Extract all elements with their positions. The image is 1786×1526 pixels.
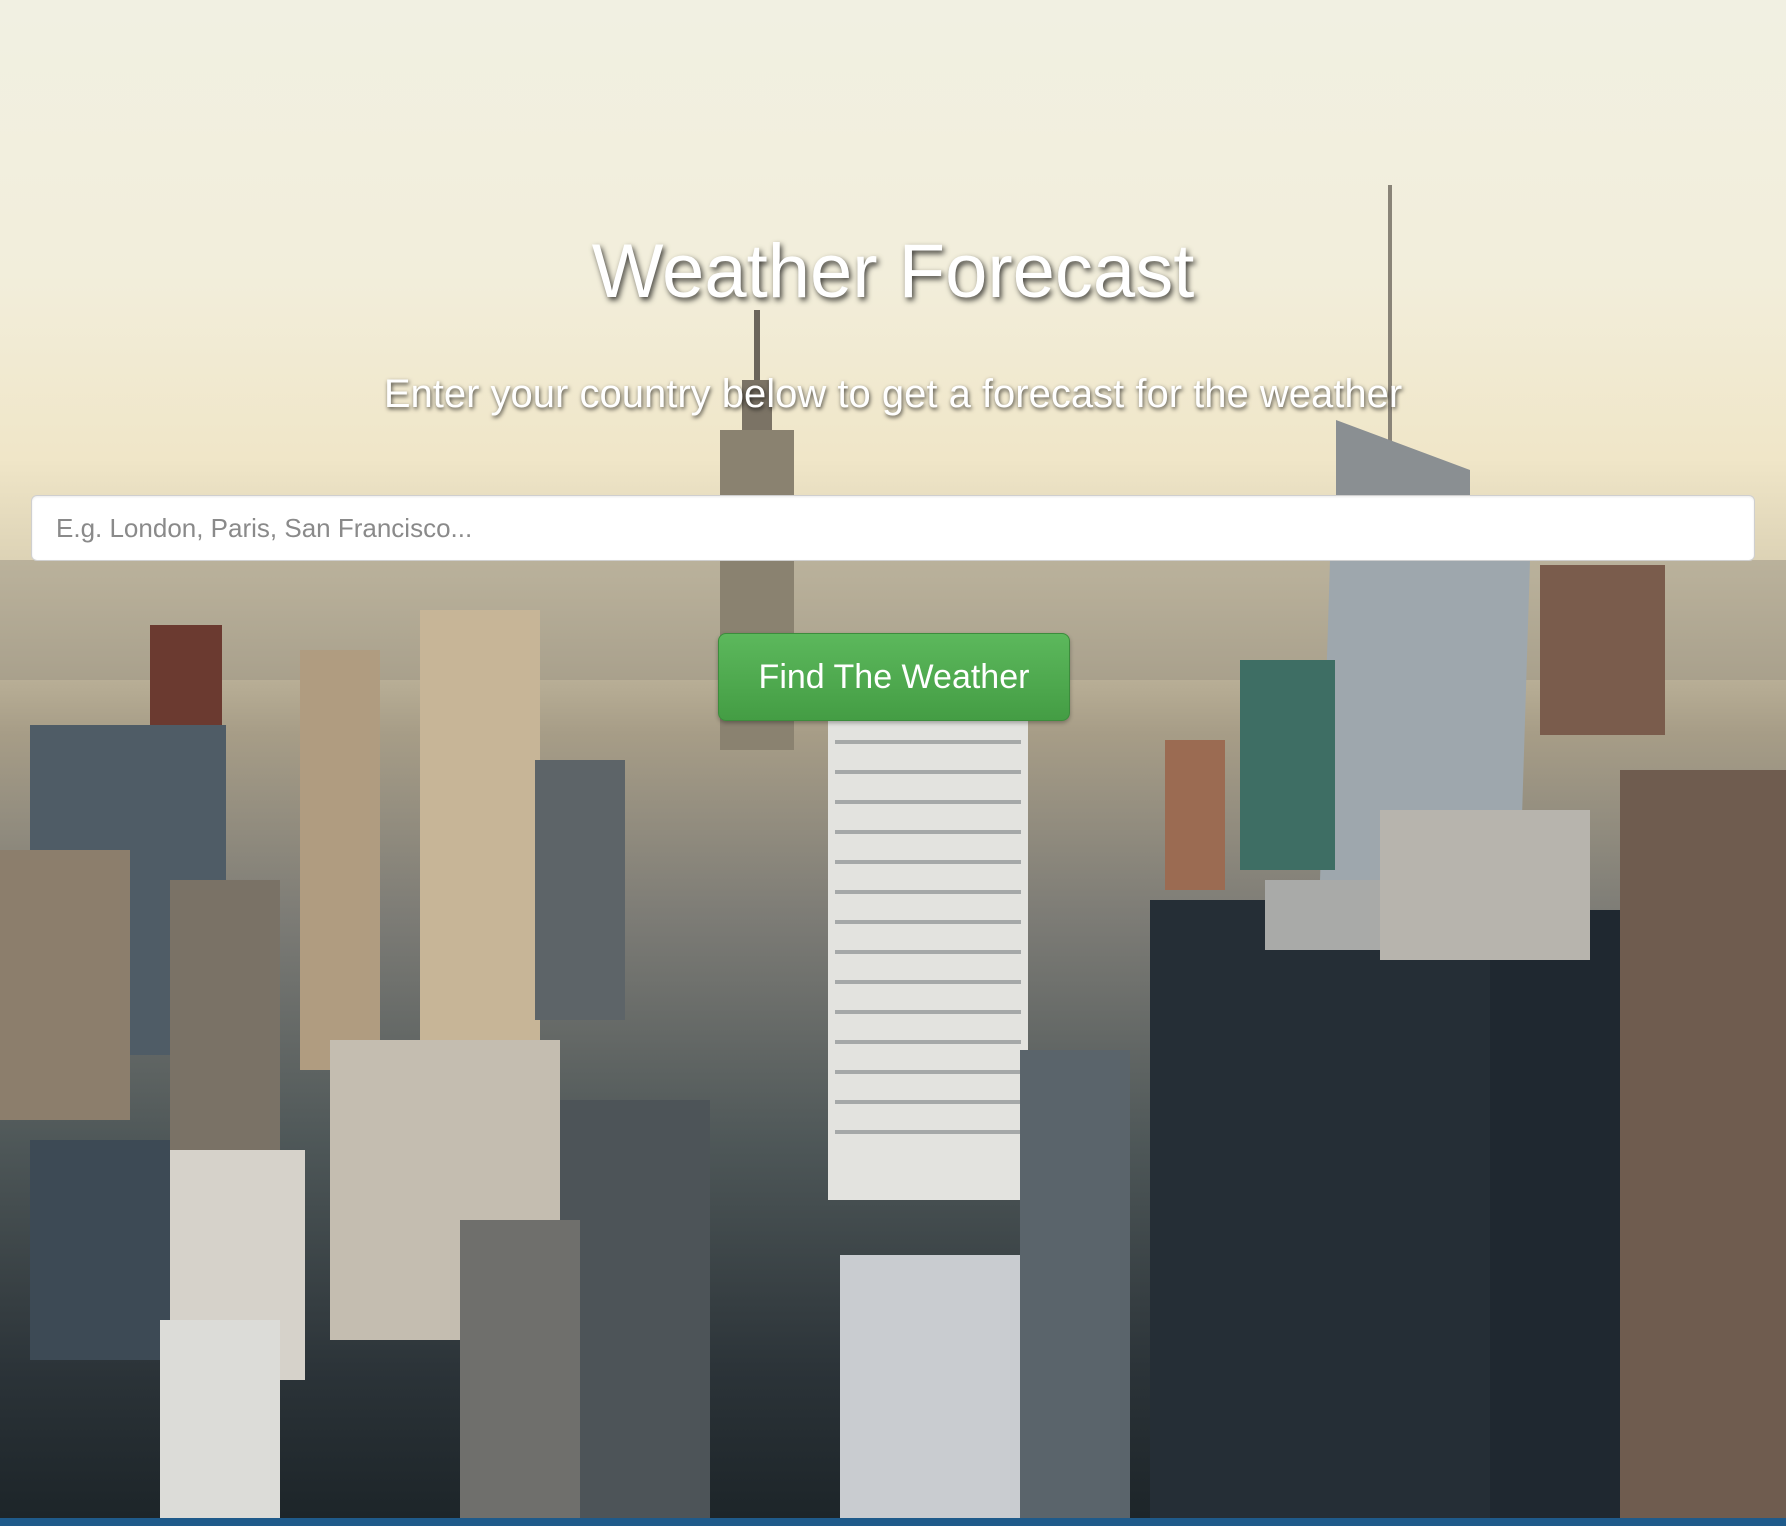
status-bar (0, 1518, 1786, 1526)
page-title: Weather Forecast (591, 229, 1195, 314)
page: Weather Forecast Enter your country belo… (0, 0, 1786, 1526)
find-weather-button[interactable]: Find The Weather (718, 633, 1070, 721)
hero-section: Weather Forecast Enter your country belo… (0, 0, 1786, 1526)
city-search-input[interactable] (31, 495, 1755, 561)
page-subtitle: Enter your country below to get a foreca… (383, 372, 1403, 416)
